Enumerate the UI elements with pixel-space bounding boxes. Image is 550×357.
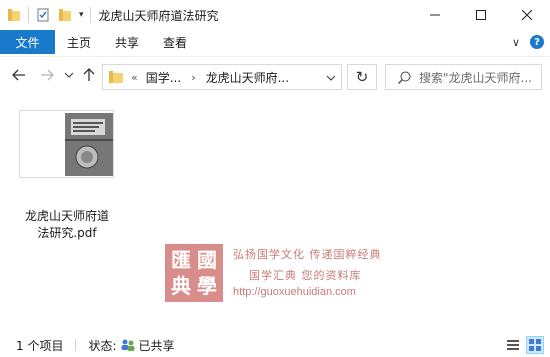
watermark: 匯 國 典 學 弘扬国学文化 传递国粹经典 国学汇典 您的资料库 http://…	[165, 244, 405, 314]
seal-char: 匯	[171, 248, 191, 272]
address-dropdown-icon[interactable]	[326, 70, 336, 84]
minimize-button[interactable]	[412, 0, 458, 30]
window-title: 龙虎山天师府道法研究	[98, 8, 219, 23]
seal-char: 典	[171, 274, 191, 298]
large-icons-view-button[interactable]	[526, 336, 544, 354]
tab-file[interactable]: 文件	[0, 30, 55, 54]
tab-view[interactable]: 查看	[151, 30, 199, 54]
new-folder-icon[interactable]	[57, 7, 73, 23]
breadcrumb-item[interactable]: 龙虎山天师府...	[206, 69, 289, 86]
properties-icon[interactable]	[35, 7, 51, 23]
pdf-thumbnail	[19, 110, 114, 178]
tab-share[interactable]: 共享	[103, 30, 151, 54]
watermark-subtitle: 国学汇典 您的资料库	[249, 269, 362, 282]
shared-users-icon	[121, 339, 134, 351]
status-bar: 1 个项目 状态: 已共享	[0, 333, 550, 357]
breadcrumb-item[interactable]: 国学...	[146, 69, 181, 86]
file-name-line: 法研究.pdf	[37, 226, 97, 240]
close-button[interactable]	[504, 0, 550, 30]
quick-access-toolbar: ▾	[0, 0, 88, 30]
ribbon-right-controls: ∨ ?	[512, 30, 544, 54]
item-count: 1 个项目	[16, 338, 64, 353]
folder-icon	[109, 71, 123, 83]
seal-char: 國	[197, 248, 217, 272]
overflow-chevron[interactable]: «	[131, 71, 138, 84]
details-view-button[interactable]	[504, 336, 522, 354]
breadcrumb-separator[interactable]: ›	[191, 71, 195, 84]
ribbon-tabs: 文件 主页 共享 查看 ∨ ?	[0, 30, 550, 54]
toolbar-divider	[28, 7, 29, 23]
view-buttons	[504, 336, 544, 354]
state-label: 状态:	[88, 338, 117, 353]
scanned-cover-image	[65, 113, 113, 176]
title-divider	[89, 7, 91, 23]
window-controls	[412, 0, 550, 30]
file-name-line: 龙虎山天师府道	[24, 209, 109, 223]
title-bar: ▾ 龙虎山天师府道法研究	[0, 0, 550, 30]
file-list-pane[interactable]: 龙虎山天师府道 法研究.pdf 匯 國 典 學 弘扬国学文化 传递国粹经典 国学…	[0, 94, 550, 332]
state-value: 已共享	[138, 338, 175, 353]
search-icon	[398, 71, 411, 84]
tab-home[interactable]: 主页	[55, 30, 103, 54]
search-placeholder: 搜索"龙虎山天师府...	[419, 70, 532, 85]
seal-char: 學	[197, 274, 217, 298]
watermark-slogan: 弘扬国学文化 传递国粹经典	[233, 248, 382, 261]
up-button[interactable]	[80, 65, 98, 85]
refresh-button[interactable]: ↻	[347, 64, 377, 90]
sharing-status: 状态: 已共享	[88, 337, 174, 354]
navigation-bar: « 国学... › 龙虎山天师府... ↻ 搜索"龙虎山天师府...	[0, 56, 550, 94]
watermark-seal: 匯 國 典 學	[165, 244, 223, 302]
file-name: 龙虎山天师府道 法研究.pdf	[14, 208, 120, 242]
customize-toolbar-dropdown[interactable]: ▾	[79, 10, 84, 20]
maximize-button[interactable]	[458, 0, 504, 30]
forward-button[interactable]	[36, 65, 58, 85]
folder-icon[interactable]	[6, 7, 22, 23]
expand-ribbon-icon[interactable]: ∨	[512, 36, 520, 49]
help-icon[interactable]: ?	[530, 35, 544, 49]
status-divider	[75, 339, 77, 351]
recent-locations-dropdown[interactable]	[62, 65, 76, 85]
back-button[interactable]	[8, 65, 30, 85]
watermark-url: http://guoxuehuidian.com	[233, 286, 356, 298]
search-input[interactable]: 搜索"龙虎山天师府...	[385, 64, 542, 90]
file-item[interactable]: 龙虎山天师府道 法研究.pdf	[14, 110, 120, 240]
address-bar[interactable]: « 国学... › 龙虎山天师府...	[102, 64, 342, 90]
